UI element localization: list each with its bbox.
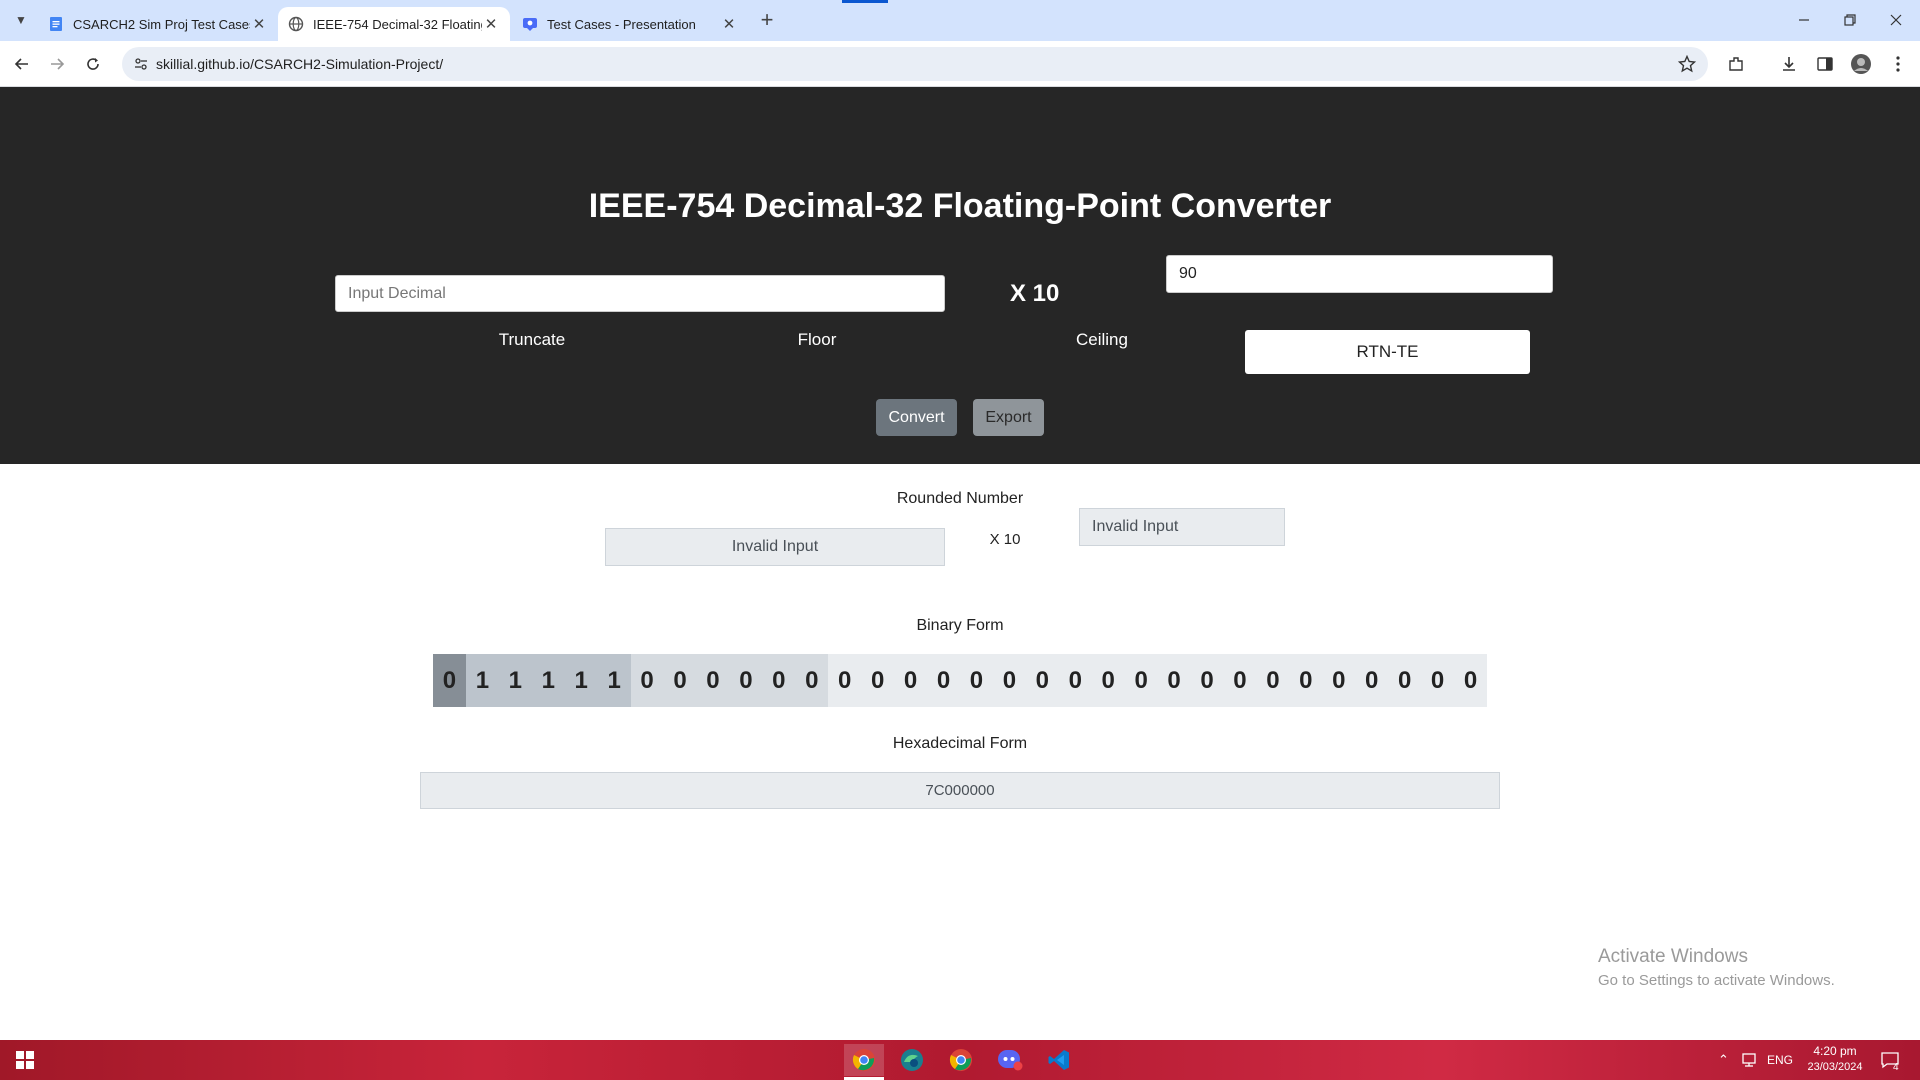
binary-bit: 0 (1256, 654, 1290, 707)
slides-icon (523, 18, 537, 31)
tab-title: CSARCH2 Sim Proj Test Cases - (73, 16, 250, 32)
binary-bit: 0 (861, 654, 895, 707)
binary-bit: 0 (1058, 654, 1092, 707)
rounding-rtn-te[interactable]: RTN-TE (1245, 330, 1530, 374)
rounded-exponent-output: Invalid Input (1079, 508, 1285, 546)
hex-form-label: Hexadecimal Form (892, 735, 1028, 752)
windows-start-icon[interactable] (5, 1044, 45, 1076)
tab-converter[interactable]: IEEE-754 Decimal-32 Floating-P ✕ (278, 7, 510, 41)
export-button[interactable]: Export (973, 399, 1044, 436)
decimal-input[interactable] (335, 275, 945, 312)
tab-test-cases-doc[interactable]: CSARCH2 Sim Proj Test Cases - ✕ (38, 7, 278, 41)
vscode-icon[interactable] (1039, 1044, 1079, 1076)
tab-strip-indicator (842, 0, 888, 3)
bookmark-star-icon[interactable] (1678, 55, 1696, 73)
binary-bits: 01111100000000000000000000000000 (433, 654, 1487, 707)
rounded-number-label: Rounded Number (896, 490, 1024, 507)
activate-windows-subtitle: Go to Settings to activate Windows. (1598, 972, 1835, 989)
binary-bit: 0 (1190, 654, 1224, 707)
address-bar[interactable]: skillial.github.io/CSARCH2-Simulation-Pr… (122, 47, 1708, 81)
binary-bit: 0 (1388, 654, 1422, 707)
result-times-ten-label: X 10 (989, 531, 1021, 548)
url-text: skillial.github.io/CSARCH2-Simulation-Pr… (156, 56, 444, 72)
close-tab-icon[interactable]: ✕ (482, 15, 500, 33)
binary-bit: 0 (1322, 654, 1356, 707)
close-tab-icon[interactable]: ✕ (720, 15, 738, 33)
binary-bit: 0 (696, 654, 730, 707)
chrome-profile-app-icon[interactable] (844, 1044, 884, 1076)
binary-bit: 0 (960, 654, 993, 707)
rounding-truncate[interactable]: Truncate (432, 330, 632, 350)
binary-bit: 0 (1355, 654, 1389, 707)
browser-toolbar: skillial.github.io/CSARCH2-Simulation-Pr… (0, 41, 1920, 87)
binary-form-label: Binary Form (916, 617, 1004, 634)
side-panel-icon[interactable] (1810, 49, 1840, 79)
page-title: IEEE-754 Decimal-32 Floating-Point Conve… (588, 187, 1332, 225)
menu-kebab-icon[interactable] (1883, 49, 1913, 79)
tab-title: Test Cases - Presentation (547, 16, 696, 32)
windows-taskbar: ⌃ ENG 4:20 pm 23/03/2024 4 (0, 1040, 1920, 1080)
binary-bit: 0 (992, 654, 1026, 707)
browser-tab-bar: ▼ CSARCH2 Sim Proj Test Cases - ✕ IEEE-7… (0, 0, 1920, 41)
binary-bit: 0 (762, 654, 796, 707)
exponent-input[interactable] (1166, 255, 1553, 293)
binary-bit: 0 (894, 654, 928, 707)
convert-button[interactable]: Convert (876, 399, 957, 436)
new-tab-icon[interactable]: + (752, 5, 782, 35)
reload-icon[interactable] (78, 49, 108, 79)
close-window-icon[interactable] (1881, 5, 1911, 35)
discord-icon[interactable] (990, 1044, 1030, 1076)
binary-bit: 1 (498, 654, 532, 707)
network-icon[interactable] (1740, 1052, 1758, 1068)
restore-icon[interactable] (1835, 5, 1865, 35)
binary-bit: 1 (597, 654, 631, 707)
binary-bit: 0 (1223, 654, 1257, 707)
binary-bit: 0 (1157, 654, 1191, 707)
profile-avatar-icon[interactable] (1846, 49, 1876, 79)
chrome-browser-icon[interactable] (941, 1044, 981, 1076)
times-ten-label: X 10 (1010, 280, 1060, 307)
binary-bit: 0 (1091, 654, 1125, 707)
back-icon[interactable] (7, 49, 37, 79)
rounded-number-output: Invalid Input (605, 528, 945, 566)
binary-bit: 0 (795, 654, 829, 707)
rounding-ceiling[interactable]: Ceiling (1002, 330, 1202, 350)
minimize-icon[interactable] (1789, 5, 1819, 35)
binary-bit: 0 (828, 654, 862, 707)
binary-bit: 1 (531, 654, 565, 707)
notification-count: 4 (1893, 1062, 1899, 1073)
docs-icon (50, 17, 62, 31)
tray-chevron-icon[interactable]: ⌃ (1718, 1052, 1729, 1068)
binary-bit: 0 (1421, 654, 1455, 707)
binary-bit: 0 (729, 654, 763, 707)
binary-bit: 0 (1124, 654, 1158, 707)
binary-bit: 0 (630, 654, 664, 707)
binary-bit: 1 (564, 654, 598, 707)
clock-date[interactable]: 23/03/2024 (1800, 1061, 1870, 1073)
binary-bit: 0 (1454, 654, 1487, 707)
extensions-icon[interactable] (1721, 49, 1751, 79)
activate-windows-title: Activate Windows (1598, 946, 1748, 967)
binary-bit: 0 (663, 654, 697, 707)
binary-bit: 0 (1025, 654, 1059, 707)
binary-bit: 1 (465, 654, 499, 707)
edge-browser-icon[interactable] (892, 1044, 932, 1076)
converter-header: IEEE-754 Decimal-32 Floating-Point Conve… (0, 87, 1920, 464)
rounding-floor[interactable]: Floor (717, 330, 917, 350)
binary-bit: 0 (927, 654, 960, 707)
close-tab-icon[interactable]: ✕ (250, 15, 268, 33)
download-icon[interactable] (1774, 49, 1804, 79)
hex-output: 7C000000 (420, 772, 1500, 809)
forward-icon[interactable] (42, 49, 72, 79)
globe-icon (288, 16, 304, 32)
site-info-icon[interactable] (134, 57, 148, 71)
clock-time[interactable]: 4:20 pm (1805, 1044, 1865, 1058)
tab-title: IEEE-754 Decimal-32 Floating-P (313, 16, 482, 32)
binary-bit: 0 (433, 654, 466, 707)
tab-presentation[interactable]: Test Cases - Presentation ✕ (512, 7, 748, 41)
language-indicator[interactable]: ENG (1767, 1053, 1793, 1067)
tab-search-icon[interactable]: ▼ (6, 5, 36, 35)
binary-bit: 0 (1289, 654, 1323, 707)
